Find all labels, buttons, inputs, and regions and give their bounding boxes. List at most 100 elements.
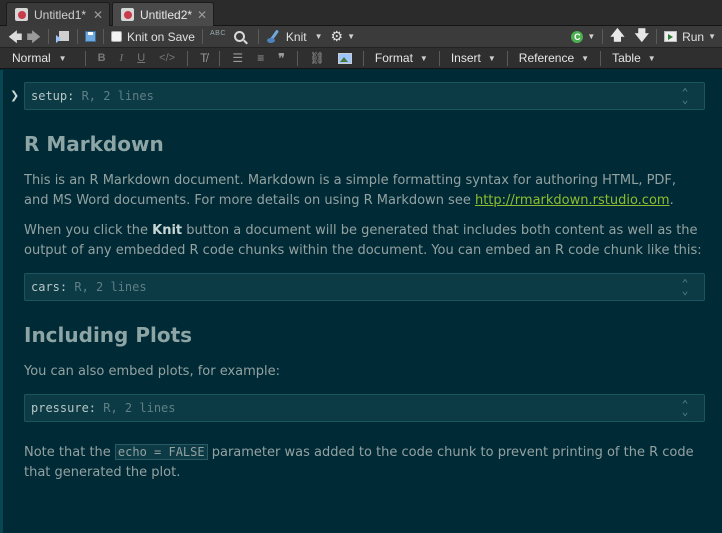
toolbar-divider [219,50,221,66]
toolbar-divider [201,29,203,44]
run-icon [664,31,678,42]
code-chunk-cars[interactable]: cars: R, 2 lines ⌃ ⌄ [24,273,705,301]
expand-chunk-icon[interactable]: ⌃ ⌄ [680,399,690,417]
clear-formatting-icon[interactable]: T̸ [200,51,207,65]
run-label: Run [682,29,705,44]
chunk-name: setup: [31,89,75,103]
toolbar-divider [506,50,508,66]
table-menu-label: Table [612,51,641,65]
chunk-name: pressure: [31,401,97,415]
knit-on-save-label: Knit on Save [126,29,195,44]
bold-button[interactable]: B [98,52,106,64]
chevron-down-icon: ▼ [58,53,67,63]
chevron-down-icon: ▼ [487,53,496,63]
tab-untitled2[interactable]: Untitled2* ✕ [112,2,214,26]
rmarkdown-file-icon [15,8,28,21]
gear-icon: ⚙ [330,28,344,44]
format-menu-label: Format [374,51,413,65]
visual-editor-format-bar: Normal ▼ B I U </> T̸ ☰ ≡ ❞ ⛓ Format ▼ I… [0,48,722,69]
code-chunk-pressure[interactable]: pressure: R, 2 lines ⌃ ⌄ [24,394,705,422]
format-menu[interactable]: Format ▼ [375,51,428,65]
editor-toolbar: 🡄 🡆 Knit on Save ABC Knit ▼ ⚙ ▼ C ▼ 🡅 🡇 … [0,26,722,48]
save-icon [84,31,96,42]
reference-menu[interactable]: Reference ▼ [519,51,589,65]
search-icon [233,31,245,42]
chunk-meta: R, 2 lines [67,280,147,294]
chevron-down-icon: ▼ [419,53,428,63]
bold-text: Knit [152,223,183,238]
insert-chunk-icon: C [571,30,584,43]
paragraph-text: . [669,193,674,208]
run-button[interactable]: Run ▼ [664,28,720,46]
knit-icon [266,29,281,44]
paragraph-style-label: Normal [12,51,51,65]
spellcheck-icon: ABC [209,30,226,37]
numbered-list-icon[interactable]: ≡ [257,51,264,65]
knit-on-save-toggle[interactable]: Knit on Save [110,28,195,46]
knit-label: Knit [285,29,307,44]
knit-dropdown[interactable]: ▼ [311,28,323,46]
toolbar-divider [362,50,364,66]
toolbar-divider [600,50,602,66]
chunk-meta: R, 2 lines [96,401,176,415]
previous-chunk-button[interactable]: 🡅 [610,26,625,46]
spellcheck-button[interactable]: ABC [210,28,226,46]
knit-on-save-checkbox[interactable] [110,31,122,42]
arrow-right-icon: 🡆 [26,28,41,45]
close-icon[interactable]: ✕ [197,8,207,22]
rmarkdown-link[interactable]: http://rmarkdown.rstudio.com [475,193,670,208]
find-replace-button[interactable] [233,28,245,46]
paragraph-intro: This is an R Markdown document. Markdown… [24,171,694,211]
insert-chunk-button[interactable]: C ▼ [571,28,595,46]
chevron-down-icon: ▼ [581,53,590,63]
insert-menu[interactable]: Insert ▼ [451,51,496,65]
tab-untitled1[interactable]: Untitled1* ✕ [6,2,110,26]
image-icon[interactable] [337,52,352,64]
tab-label: Untitled2* [140,7,193,22]
visual-editor-document[interactable]: ❯ setup: R, 2 lines ⌃ ⌄ R Markdown This i… [0,70,722,533]
chevron-right-icon[interactable]: ❯ [10,89,19,102]
toolbar-divider [47,29,49,44]
chevron-down-icon: ▼ [314,32,323,41]
code-button[interactable]: </> [159,52,175,64]
toolbar-divider [257,29,259,44]
expand-chunk-icon[interactable]: ⌃ ⌄ [680,278,690,296]
underline-button[interactable]: U [137,52,145,64]
knit-button[interactable]: Knit [266,28,307,46]
chunk-meta: R, 2 lines [74,89,154,103]
paragraph-style-select[interactable]: Normal ▼ [12,51,67,65]
settings-button[interactable]: ⚙ ▼ [331,28,355,46]
toolbar-divider [296,50,298,66]
back-button[interactable]: 🡄 [8,28,22,46]
chunk-name: cars: [31,280,68,294]
reference-menu-label: Reference [518,51,575,65]
toolbar-divider [187,50,189,66]
link-icon[interactable]: ⛓ [310,51,325,65]
save-button[interactable] [84,28,96,46]
tab-strip: Untitled1* ✕ Untitled2* ✕ [0,0,722,26]
arrow-up-icon: 🡅 [610,26,625,43]
arrow-left-icon: 🡄 [8,28,23,45]
heading-including-plots: Including Plots [24,323,193,347]
italic-button[interactable]: I [120,52,124,64]
code-chunk-setup[interactable]: setup: R, 2 lines ⌃ ⌄ [24,82,705,110]
toolbar-divider [602,29,604,44]
expand-chunk-icon[interactable]: ⌃ ⌄ [680,87,690,105]
toolbar-divider [76,29,78,44]
insert-menu-label: Insert [450,51,481,65]
paragraph-text: When you click the [24,223,153,238]
close-icon[interactable]: ✕ [93,8,103,22]
paragraph-text: Note that the [24,445,115,460]
toolbar-divider [438,50,440,66]
bullet-list-icon[interactable]: ☰ [232,51,243,65]
tab-label: Untitled1* [34,7,87,22]
next-chunk-button[interactable]: 🡇 [635,27,649,46]
show-in-new-window-button[interactable] [55,28,70,46]
table-menu[interactable]: Table ▼ [612,51,656,65]
blockquote-icon[interactable]: ❞ [278,51,284,65]
chevron-down-icon: ▼ [647,53,656,63]
toolbar-divider [102,29,104,44]
inline-code: echo = FALSE [114,444,208,460]
paragraph-echo-note: Note that the echo = FALSE parameter was… [24,442,714,483]
forward-button[interactable]: 🡆 [26,28,40,46]
